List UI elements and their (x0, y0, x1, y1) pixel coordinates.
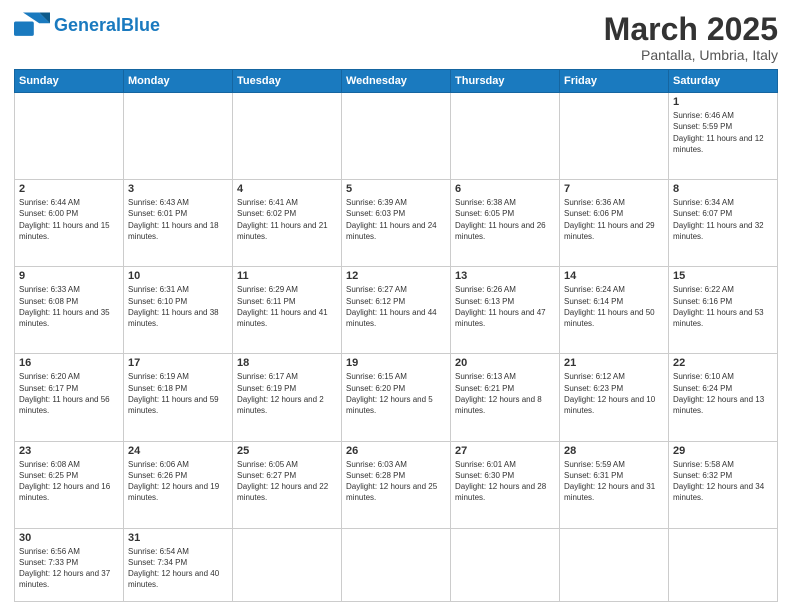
empty-cell (342, 528, 451, 601)
page: GeneralBlue March 2025 Pantalla, Umbria,… (0, 0, 792, 612)
header-sunday: Sunday (15, 70, 124, 93)
day-25: 25 Sunrise: 6:05 AMSunset: 6:27 PMDaylig… (233, 441, 342, 528)
header-thursday: Thursday (451, 70, 560, 93)
weekday-header-row: Sunday Monday Tuesday Wednesday Thursday… (15, 70, 778, 93)
calendar-row-4: 16 Sunrise: 6:20 AMSunset: 6:17 PMDaylig… (15, 354, 778, 441)
day-11: 11 Sunrise: 6:29 AMSunset: 6:11 PMDaylig… (233, 267, 342, 354)
day-24: 24 Sunrise: 6:06 AMSunset: 6:26 PMDaylig… (124, 441, 233, 528)
header-tuesday: Tuesday (233, 70, 342, 93)
logo-text: GeneralBlue (54, 16, 160, 36)
day-18: 18 Sunrise: 6:17 AMSunset: 6:19 PMDaylig… (233, 354, 342, 441)
subtitle: Pantalla, Umbria, Italy (604, 47, 778, 63)
day-7: 7 Sunrise: 6:36 AMSunset: 6:06 PMDayligh… (560, 180, 669, 267)
day-20: 20 Sunrise: 6:13 AMSunset: 6:21 PMDaylig… (451, 354, 560, 441)
day-23: 23 Sunrise: 6:08 AMSunset: 6:25 PMDaylig… (15, 441, 124, 528)
empty-cell (451, 93, 560, 180)
empty-cell (124, 93, 233, 180)
day-4: 4 Sunrise: 6:41 AMSunset: 6:02 PMDayligh… (233, 180, 342, 267)
day-12: 12 Sunrise: 6:27 AMSunset: 6:12 PMDaylig… (342, 267, 451, 354)
calendar-table: Sunday Monday Tuesday Wednesday Thursday… (14, 69, 778, 602)
empty-cell (233, 528, 342, 601)
title-block: March 2025 Pantalla, Umbria, Italy (604, 12, 778, 63)
empty-cell (669, 528, 778, 601)
day-10: 10 Sunrise: 6:31 AMSunset: 6:10 PMDaylig… (124, 267, 233, 354)
day-31: 31 Sunrise: 6:54 AMSunset: 7:34 PMDaylig… (124, 528, 233, 601)
calendar-row-3: 9 Sunrise: 6:33 AMSunset: 6:08 PMDayligh… (15, 267, 778, 354)
empty-cell (560, 528, 669, 601)
day-27: 27 Sunrise: 6:01 AMSunset: 6:30 PMDaylig… (451, 441, 560, 528)
empty-cell (451, 528, 560, 601)
calendar-row-6: 30 Sunrise: 6:56 AMSunset: 7:33 PMDaylig… (15, 528, 778, 601)
header-wednesday: Wednesday (342, 70, 451, 93)
logo: GeneralBlue (14, 12, 160, 40)
empty-cell (233, 93, 342, 180)
day-13: 13 Sunrise: 6:26 AMSunset: 6:13 PMDaylig… (451, 267, 560, 354)
day-6: 6 Sunrise: 6:38 AMSunset: 6:05 PMDayligh… (451, 180, 560, 267)
main-title: March 2025 (604, 12, 778, 47)
day-5: 5 Sunrise: 6:39 AMSunset: 6:03 PMDayligh… (342, 180, 451, 267)
header-saturday: Saturday (669, 70, 778, 93)
sunset-label: Sunset: (673, 122, 702, 131)
day-28: 28 Sunrise: 5:59 AMSunset: 6:31 PMDaylig… (560, 441, 669, 528)
calendar-row-2: 2 Sunrise: 6:44 AMSunset: 6:00 PMDayligh… (15, 180, 778, 267)
day-15: 15 Sunrise: 6:22 AMSunset: 6:16 PMDaylig… (669, 267, 778, 354)
day-21: 21 Sunrise: 6:12 AMSunset: 6:23 PMDaylig… (560, 354, 669, 441)
header-monday: Monday (124, 70, 233, 93)
empty-cell (342, 93, 451, 180)
day-26: 26 Sunrise: 6:03 AMSunset: 6:28 PMDaylig… (342, 441, 451, 528)
logo-blue: Blue (121, 15, 160, 35)
daylight-label: Daylight: (673, 134, 706, 143)
day-14: 14 Sunrise: 6:24 AMSunset: 6:14 PMDaylig… (560, 267, 669, 354)
sunrise-label: Sunrise: (673, 111, 705, 120)
logo-icon (14, 12, 50, 40)
day-9: 9 Sunrise: 6:33 AMSunset: 6:08 PMDayligh… (15, 267, 124, 354)
day-2: 2 Sunrise: 6:44 AMSunset: 6:00 PMDayligh… (15, 180, 124, 267)
header: GeneralBlue March 2025 Pantalla, Umbria,… (14, 12, 778, 63)
empty-cell (560, 93, 669, 180)
day-3: 3 Sunrise: 6:43 AMSunset: 6:01 PMDayligh… (124, 180, 233, 267)
calendar-row-5: 23 Sunrise: 6:08 AMSunset: 6:25 PMDaylig… (15, 441, 778, 528)
calendar-row-1: 1 Sunrise: 6:46 AM Sunset: 5:59 PM Dayli… (15, 93, 778, 180)
day-30: 30 Sunrise: 6:56 AMSunset: 7:33 PMDaylig… (15, 528, 124, 601)
day-1: 1 Sunrise: 6:46 AM Sunset: 5:59 PM Dayli… (669, 93, 778, 180)
day-19: 19 Sunrise: 6:15 AMSunset: 6:20 PMDaylig… (342, 354, 451, 441)
header-friday: Friday (560, 70, 669, 93)
logo-general: General (54, 15, 121, 35)
day-8: 8 Sunrise: 6:34 AMSunset: 6:07 PMDayligh… (669, 180, 778, 267)
day-22: 22 Sunrise: 6:10 AMSunset: 6:24 PMDaylig… (669, 354, 778, 441)
day-29: 29 Sunrise: 5:58 AMSunset: 6:32 PMDaylig… (669, 441, 778, 528)
day-17: 17 Sunrise: 6:19 AMSunset: 6:18 PMDaylig… (124, 354, 233, 441)
empty-cell (15, 93, 124, 180)
day-16: 16 Sunrise: 6:20 AMSunset: 6:17 PMDaylig… (15, 354, 124, 441)
